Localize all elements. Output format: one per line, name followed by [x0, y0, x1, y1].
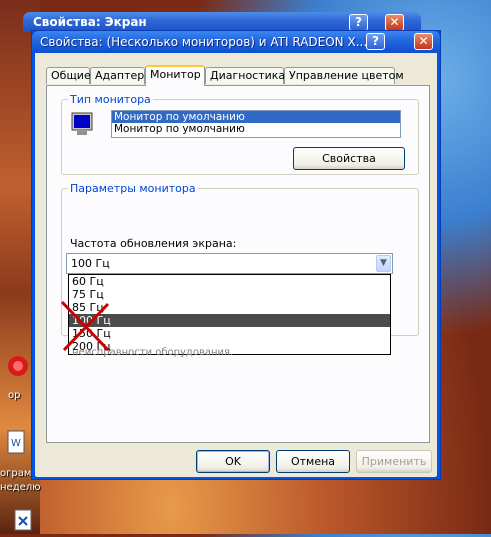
- refresh-option[interactable]: 75 Гц: [69, 288, 390, 301]
- document-icon[interactable]: [12, 508, 36, 534]
- background-window-title: Свойства: Экран: [33, 15, 147, 29]
- close-icon[interactable]: ✕: [385, 14, 404, 31]
- desktop-app-icon[interactable]: [4, 352, 28, 380]
- refresh-option[interactable]: 100 Гц: [69, 314, 390, 327]
- list-item[interactable]: Монитор по умолчанию: [112, 111, 400, 123]
- chevron-down-icon[interactable]: ▼: [376, 255, 391, 272]
- monitor-listbox[interactable]: Монитор по умолчанию Монитор по умолчани…: [111, 110, 401, 138]
- refresh-rate-combobox[interactable]: 100 Гц ▼: [66, 253, 393, 274]
- monitor-params-legend: Параметры монитора: [70, 182, 196, 195]
- help-button[interactable]: ?: [366, 33, 385, 50]
- refresh-option[interactable]: 85 Гц: [69, 301, 390, 314]
- dialog-titlebar[interactable]: Свойства: (Несколько мониторов) и ATI RA…: [32, 31, 440, 53]
- desktop-label: ор: [8, 390, 21, 401]
- svg-text:W: W: [11, 438, 21, 449]
- tab-general[interactable]: Общие: [46, 67, 91, 84]
- cancel-button[interactable]: Отмена: [276, 450, 350, 473]
- refresh-rate-label: Частота обновления экрана:: [70, 237, 237, 250]
- monitor-type-group: Тип монитора Монитор по умолчанию Монито…: [61, 93, 419, 175]
- close-button[interactable]: ✕: [414, 33, 433, 50]
- dialog-client-area: Общие Адаптер Монитор Диагностика Управл…: [36, 53, 436, 477]
- list-item[interactable]: Монитор по умолчанию: [112, 123, 400, 135]
- refresh-option[interactable]: 60 Гц: [69, 275, 390, 288]
- background-window-titlebar[interactable]: Свойства: Экран ? ✕: [23, 12, 421, 32]
- apply-button[interactable]: Применить: [356, 450, 432, 473]
- monitor-icon: [71, 112, 93, 138]
- red-cross-mark: [60, 300, 110, 352]
- tab-monitor[interactable]: Монитор: [145, 65, 205, 86]
- help-icon[interactable]: ?: [349, 14, 368, 31]
- tab-adapter[interactable]: Адаптер: [90, 67, 145, 84]
- refresh-rate-dropdown[interactable]: 60 Гц 75 Гц 85 Гц 100 Гц 150 Гц 200 Гц: [68, 274, 391, 355]
- refresh-rate-value: 100 Гц: [71, 257, 110, 270]
- monitor-properties-button[interactable]: Свойства: [293, 147, 405, 170]
- properties-dialog: Свойства: (Несколько мониторов) и ATI RA…: [31, 30, 441, 480]
- word-document-icon[interactable]: W: [6, 430, 30, 458]
- ok-button[interactable]: OK: [196, 450, 270, 473]
- desktop-label: неделю: [0, 482, 41, 493]
- monitor-type-legend: Тип монитора: [70, 93, 151, 106]
- refresh-option[interactable]: 150 Гц: [69, 327, 390, 340]
- tab-color-management[interactable]: Управление цветом: [284, 67, 404, 84]
- tab-diagnostics[interactable]: Диагностика: [205, 67, 285, 84]
- dialog-title: Свойства: (Несколько мониторов) и ATI RA…: [40, 35, 368, 49]
